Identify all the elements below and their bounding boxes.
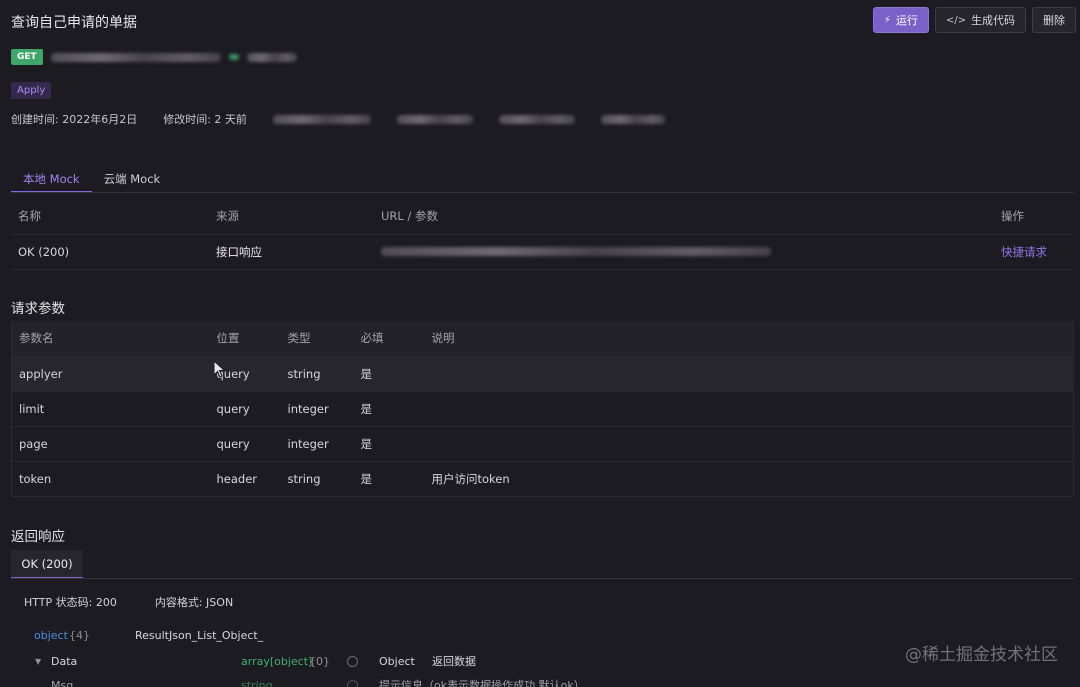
col-param-name: 参数名 [11,321,210,357]
api-detail-page: 查询自己申请的单据 ⚡ 运行 </> 生成代码 删除 GET Apply 创建时… [0,0,1080,687]
param-description: 用户访问token [424,461,1074,497]
root-type: object [34,628,68,642]
field-name: Data [51,654,78,668]
response-info: HTTP 状态码: 200 内容格式: JSON [24,594,233,610]
response-divider [11,578,1074,579]
tab-response-ok[interactable]: OK (200) [11,550,83,578]
meta-redacted-1 [272,114,371,124]
param-required: 是 [353,426,425,462]
delete-button[interactable]: 删除 [1032,7,1076,33]
col-location: 位置 [209,321,281,357]
created-time: 创建时间: 2022年6月2日 [11,113,138,126]
required-radio[interactable] [347,655,358,667]
param-name: applyer [11,356,210,392]
root-count: {4} [69,628,90,642]
tab-cloud-mock[interactable]: 云端 Mock [92,165,173,193]
caret-down-icon[interactable]: ▼ [35,657,41,666]
meta-redacted-2 [396,114,473,124]
param-required: 是 [353,391,425,427]
meta-row: 创建时间: 2022年6月2日 修改时间: 2 天前 [11,111,665,127]
param-type: string [280,356,354,392]
field-type: array[object] [241,654,313,668]
params-table: 参数名 位置 类型 必填 说明 applyer query string 是 l… [11,321,1074,497]
field-type: string [241,678,273,687]
response-title: 返回响应 [11,529,65,545]
param-name: limit [11,391,210,427]
quick-request-link[interactable]: 快捷请求 [994,234,1074,270]
param-required: 是 [353,461,425,497]
col-url: URL / 参数 [374,199,994,235]
col-action: 操作 [994,199,1074,235]
endpoint-path-redacted [50,52,221,62]
meta-redacted-3 [498,114,575,124]
param-name: page [11,426,210,462]
run-button[interactable]: ⚡ 运行 [872,7,929,33]
required-radio[interactable] [347,679,358,687]
param-location: query [209,426,281,462]
param-description [424,391,1074,427]
watermark: @稀土掘金技术社区 [905,645,1058,665]
param-location: header [209,461,281,497]
field-item-type: Object [379,654,415,668]
page-title: 查询自己申请的单据 [11,15,137,31]
field-name: Msg [51,678,74,687]
modified-time: 修改时间: 2 天前 [163,113,247,126]
tabs-divider [11,192,1074,193]
table-row: applyer query string 是 [11,356,1074,392]
redaction-mark [228,54,239,60]
tag-badge[interactable]: Apply [11,82,52,99]
col-description: 说明 [424,321,1074,357]
mock-source: 接口响应 [209,234,374,270]
param-name: token [11,461,210,497]
lightning-icon: ⚡ [883,14,891,26]
tree-data-row[interactable]: ▼ Data array[object] {0} Object 返回数据 [11,652,911,670]
table-row: OK (200) 接口响应 快捷请求 [11,234,1074,270]
table-row: page query integer 是 [11,426,1074,462]
mock-table: 名称 来源 URL / 参数 操作 OK (200) 接口响应 快捷请求 [11,199,1074,270]
generate-code-button[interactable]: </> 生成代码 [934,7,1026,33]
param-type: string [280,461,354,497]
col-type: 类型 [280,321,354,357]
root-name: ResultJson_List_Object_ [135,628,264,642]
tree-msg-row: Msg string 提示信息（ok表示数据操作成功,默认ok） [11,676,911,687]
params-table-header: 参数名 位置 类型 必填 说明 [11,321,1074,357]
mouse-cursor-icon [213,360,226,378]
delete-label: 删除 [1043,14,1065,27]
param-description [424,426,1074,462]
content-type: 内容格式: JSON [154,596,234,609]
meta-redacted-4 [600,114,665,124]
tab-local-mock[interactable]: 本地 Mock [11,165,92,193]
col-name: 名称 [11,199,209,235]
param-required: 是 [353,356,425,392]
mock-name: OK (200) [11,234,209,270]
table-row: token header string 是 用户访问token [11,461,1074,497]
method-badge: GET [11,49,43,65]
param-type: integer [280,391,354,427]
endpoint-name-redacted [246,52,297,62]
run-label: 运行 [895,14,918,27]
mock-tabs: 本地 Mock 云端 Mock [11,165,172,193]
param-type: integer [280,426,354,462]
generate-code-label: 生成代码 [971,14,1015,27]
col-required: 必填 [353,321,425,357]
endpoint-row: GET [11,49,297,65]
table-row: limit query integer 是 [11,391,1074,427]
field-count: {0} [309,654,330,668]
mock-url-cell [374,234,994,270]
request-params-title: 请求参数 [11,301,65,317]
param-description [424,356,1074,392]
mock-url-redacted [381,246,771,256]
col-source: 来源 [209,199,374,235]
param-location: query [209,391,281,427]
header-actions: ⚡ 运行 </> 生成代码 删除 [872,7,1076,33]
mock-table-header: 名称 来源 URL / 参数 操作 [11,199,1074,235]
code-icon: </> [945,14,966,26]
field-description: 返回数据 [432,655,476,668]
http-status: HTTP 状态码: 200 [24,596,117,609]
field-description: 提示信息（ok表示数据操作成功,默认ok） [379,679,585,687]
